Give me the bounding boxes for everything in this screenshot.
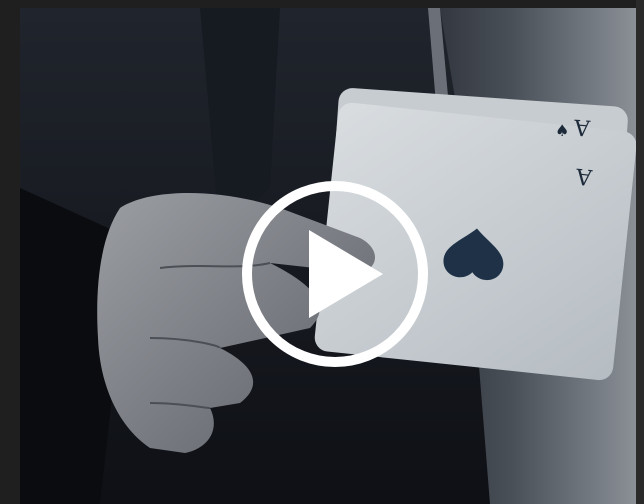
svg-text:A: A bbox=[572, 114, 592, 140]
svg-text:♠: ♠ bbox=[555, 121, 569, 140]
play-button[interactable] bbox=[241, 180, 429, 368]
scrollbar[interactable] bbox=[636, 0, 644, 504]
video-player[interactable]: A A ♠ bbox=[20, 8, 636, 504]
play-icon bbox=[242, 181, 428, 367]
video-frame: A A ♠ bbox=[0, 0, 644, 504]
